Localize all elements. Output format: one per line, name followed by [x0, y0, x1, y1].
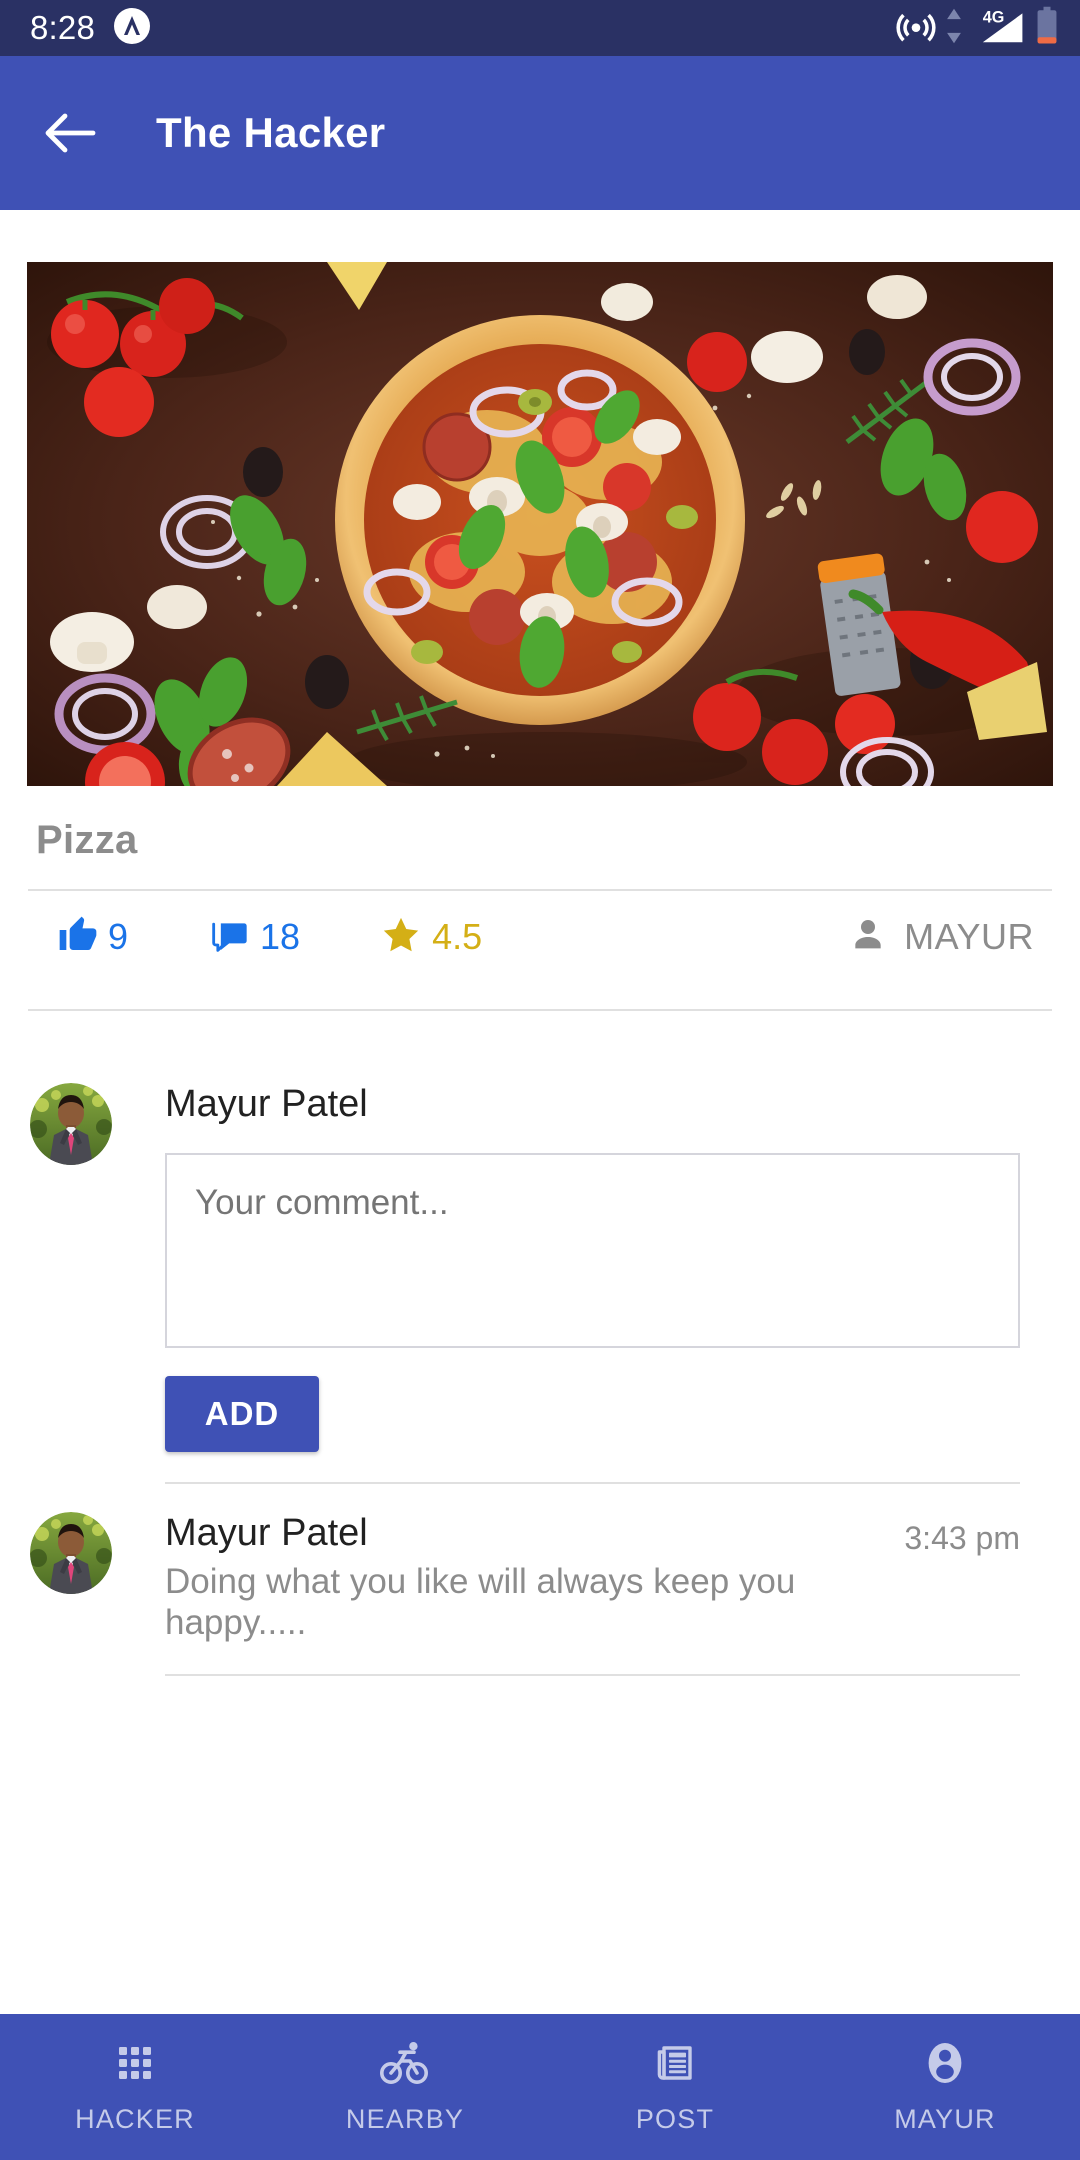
comments-stat[interactable]: 18: [210, 915, 300, 960]
page-title: The Hacker: [156, 109, 386, 156]
signal-4g-icon: 4G: [972, 6, 1026, 51]
thumbs-up-icon: [58, 915, 98, 960]
person-icon: [848, 915, 888, 960]
comment-avatar: [30, 1512, 112, 1594]
post-image[interactable]: [27, 262, 1053, 786]
comment-body: Mayur Patel 3:43 pm Doing what you like …: [165, 1512, 1080, 1676]
comment-composer: Mayur Patel ADD: [0, 1011, 1080, 1484]
composer-main: Mayur Patel ADD: [165, 1083, 1080, 1484]
nav-item-hacker[interactable]: HACKER: [0, 2014, 270, 2160]
post-title: Pizza: [36, 818, 138, 862]
user-avatar-icon: [30, 1512, 112, 1594]
status-bar: 8:28 4G: [0, 0, 1080, 56]
newspaper-icon: [651, 2039, 699, 2092]
svg-text:4G: 4G: [983, 8, 1005, 26]
status-bar-left: 8:28: [30, 7, 151, 50]
nav-label-hacker: HACKER: [75, 2104, 195, 2134]
composer-user-name: Mayur Patel: [165, 1083, 368, 1125]
battery-low-icon: [1034, 5, 1060, 52]
post-author-name: MAYUR: [904, 916, 1034, 957]
nav-item-post[interactable]: POST: [540, 2014, 810, 2160]
comment-bottom-divider: [165, 1673, 1020, 1676]
comment-header: Mayur Patel 3:43 pm: [165, 1512, 1020, 1557]
bottom-navigation: HACKER NEARBY POST MAYUR: [0, 2014, 1080, 2160]
comment-bubbles-icon: [210, 915, 250, 960]
post-author[interactable]: MAYUR: [848, 915, 1034, 960]
post-stats-row: 9 18 4.5 MAYUR: [28, 891, 1052, 983]
nav-label-nearby: NEARBY: [345, 2104, 465, 2134]
account-circle-icon: [921, 2039, 969, 2092]
comment-timestamp: 3:43 pm: [904, 1520, 1020, 1556]
pizza-photo-icon: [27, 262, 1053, 786]
nav-label-post: POST: [635, 2104, 715, 2134]
app-logo-icon: [113, 7, 151, 50]
apps-grid-icon: [111, 2039, 159, 2092]
nav-label-mayur: MAYUR: [894, 2104, 996, 2134]
content-scroll-area[interactable]: Pizza 9 18 4.5 MAYUR Mayur Patel Your co…: [0, 210, 1080, 1954]
comments-count: 18: [260, 916, 301, 957]
data-transfer-icon: [944, 7, 964, 50]
likes-stat[interactable]: 9: [58, 915, 128, 960]
status-bar-clock: 8:28: [30, 9, 96, 46]
comment-text: Doing what you like will always keep you…: [165, 1562, 796, 1643]
app-bar: The Hacker: [0, 56, 1080, 210]
nav-item-nearby[interactable]: NEARBY: [270, 2014, 540, 2160]
composer-avatar: [30, 1083, 112, 1165]
back-button[interactable]: [34, 96, 108, 170]
comment-input[interactable]: [165, 1153, 1020, 1348]
add-comment-button[interactable]: ADD: [165, 1376, 319, 1452]
bicycle-icon: [379, 2039, 431, 2092]
status-bar-right: 4G: [896, 5, 1060, 52]
comment-list-item: Mayur Patel 3:43 pm Doing what you like …: [0, 1512, 1080, 1676]
rating-value: 4.5: [432, 916, 483, 957]
comment-author-name: Mayur Patel: [165, 1512, 368, 1554]
user-avatar-icon: [30, 1083, 112, 1165]
rating-stat[interactable]: 4.5: [380, 914, 482, 961]
hotspot-icon: [896, 6, 936, 51]
composer-divider: [165, 1482, 1020, 1484]
likes-count: 9: [108, 916, 129, 957]
star-icon: [380, 914, 422, 961]
arrow-left-icon: [45, 113, 96, 153]
nav-item-mayur[interactable]: MAYUR: [810, 2014, 1080, 2160]
